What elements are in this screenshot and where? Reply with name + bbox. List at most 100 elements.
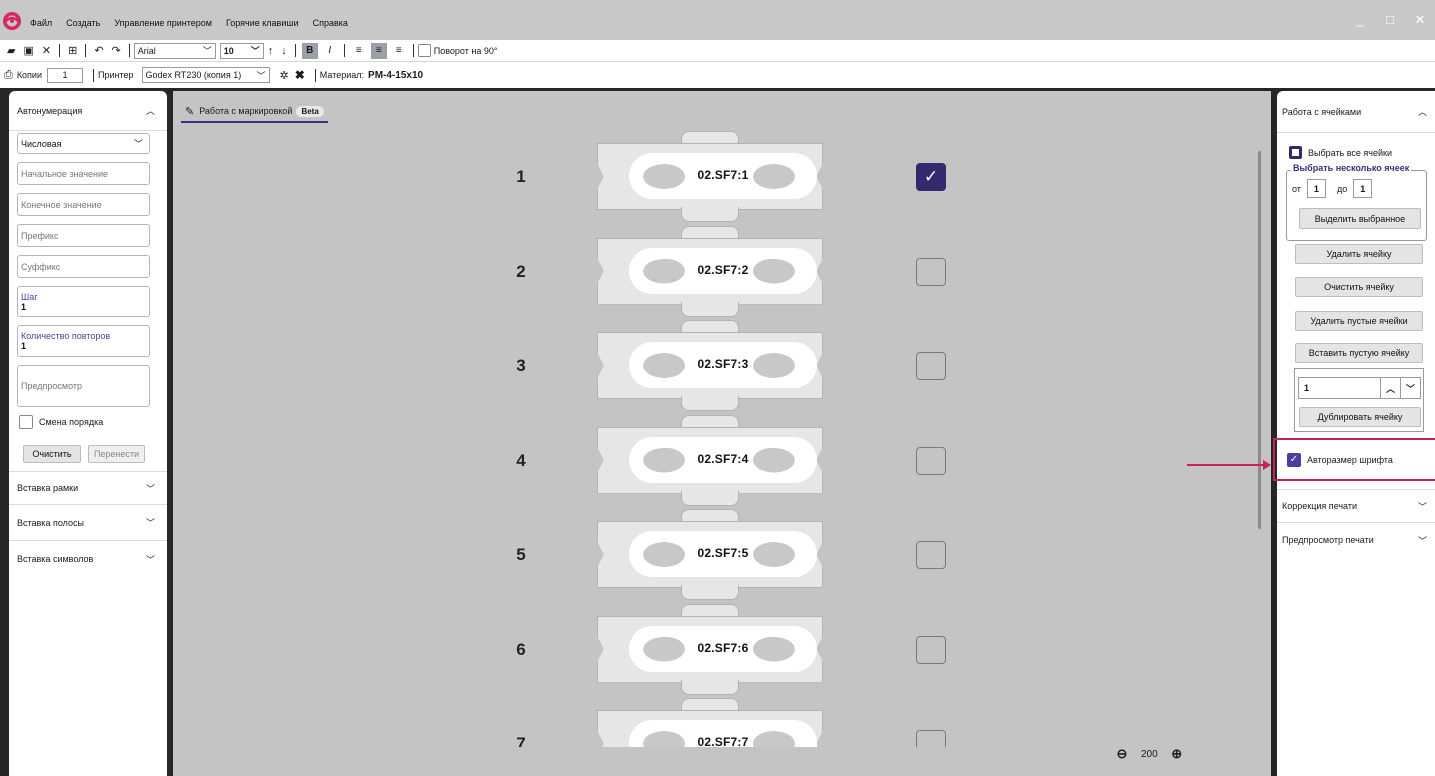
menu-hotkeys[interactable]: Горячие клавиши: [226, 18, 299, 28]
marking-label[interactable]: 02.SF7:2: [597, 225, 823, 317]
label-list[interactable]: 1 02.SF7:1 ✓ 2 02.SF7:2 3 02.SF7:3 4 02.SF7:4 5 02…: [173, 125, 1253, 747]
printer-select[interactable]: Godex RT230 (копия 1) ﹀: [141, 67, 270, 83]
cells-header[interactable]: Работа с ячейками ︿: [1277, 91, 1435, 133]
print-preview-title: Предпросмотр печати: [1282, 535, 1374, 545]
settings-gear-icon[interactable]: ✲: [280, 69, 289, 82]
transfer-button[interactable]: Перенести: [88, 445, 145, 463]
label-window: 02.SF7:7: [629, 720, 817, 747]
chevron-up-icon[interactable]: ︿: [1380, 378, 1400, 398]
symbols-insert-header[interactable]: Вставка символов ﹀: [9, 541, 167, 577]
tools-icon[interactable]: ✖: [295, 68, 305, 82]
row-checkbox[interactable]: [916, 446, 946, 475]
italic-icon[interactable]: I: [322, 43, 338, 59]
arrow-up-icon[interactable]: ↑: [268, 45, 274, 57]
maximize-button[interactable]: □: [1375, 12, 1405, 28]
menu-help[interactable]: Справка: [313, 18, 348, 28]
minimize-button[interactable]: _: [1345, 12, 1375, 28]
row-checkbox[interactable]: ✓: [916, 163, 946, 191]
step-value: 1: [21, 301, 27, 312]
format-toolbar: ▰ ▣ ✕ ⊞ ↶ ↷ Arial ﹀ 10 ﹀ ↑ ↓ B I ≡ ≡ ≡ П…: [0, 40, 1435, 62]
marking-label[interactable]: 02.SF7:3: [597, 320, 823, 411]
row-checkbox[interactable]: [916, 541, 946, 569]
printer-icon[interactable]: ⎙: [4, 69, 13, 82]
marking-label[interactable]: 02.SF7:6: [597, 603, 823, 695]
rotate-checkbox[interactable]: [417, 44, 431, 57]
numbering-type-select[interactable]: Числовая ﹀: [17, 133, 150, 154]
align-right-icon[interactable]: ≡: [391, 43, 407, 59]
duplicate-cell-button[interactable]: Дублировать ячейку: [1299, 407, 1421, 427]
chevron-down-icon[interactable]: ﹀: [1400, 378, 1420, 398]
copies-input[interactable]: 1: [47, 67, 83, 83]
chevron-down-icon: ﹀: [133, 139, 143, 149]
marking-label[interactable]: 02.SF7:4: [597, 414, 823, 506]
row-checkbox[interactable]: [916, 257, 946, 286]
autosize-checkbox[interactable]: ✓: [1287, 452, 1301, 467]
step-input[interactable]: Шаг 1: [17, 286, 150, 317]
font-size-select[interactable]: 10 ﹀: [219, 42, 264, 59]
suffix-input[interactable]: Суффикс: [17, 255, 150, 278]
delete-icon[interactable]: ✕: [42, 44, 51, 57]
print-correction-header[interactable]: Коррекция печати ﹀: [1277, 489, 1435, 523]
save-icon[interactable]: ▣: [23, 44, 33, 57]
row-checkbox[interactable]: [916, 352, 946, 380]
align-center-icon[interactable]: ≡: [370, 42, 387, 59]
chevron-up-icon: ︿: [145, 106, 155, 116]
label-lobe-right: [753, 258, 795, 284]
grid-icon[interactable]: ⊞: [68, 44, 77, 57]
end-value-input[interactable]: Конечное значение: [17, 193, 150, 216]
undo-icon[interactable]: ↶: [94, 44, 103, 57]
delete-cell-button[interactable]: Удалить ячейку: [1295, 244, 1423, 264]
clear-cell-button[interactable]: Очистить ячейку: [1295, 277, 1423, 297]
stripe-insert-header[interactable]: Вставка полосы ﹀: [9, 505, 167, 541]
rotate-label: Поворот на 90°: [433, 45, 498, 56]
repeat-count-input[interactable]: Количество повторов 1: [17, 325, 150, 357]
font-size-value: 10: [223, 45, 234, 56]
menu-printer[interactable]: Управление принтером: [114, 18, 212, 28]
step-label: Шаг: [21, 291, 38, 302]
marking-label[interactable]: 02.SF7:7: [597, 698, 823, 747]
row-checkbox[interactable]: [916, 730, 946, 747]
autonum-header[interactable]: Автонумерация ︿: [9, 91, 167, 131]
insert-empty-cell-button[interactable]: Вставить пустую ячейку: [1295, 343, 1423, 363]
row-checkbox[interactable]: [916, 635, 946, 664]
arrow-down-icon[interactable]: ↓: [281, 45, 287, 57]
delete-empty-cells-button[interactable]: Удалить пустые ячейки: [1295, 311, 1423, 331]
start-value-input[interactable]: Начальное значение: [17, 162, 150, 185]
select-chosen-button[interactable]: Выделить выбранное: [1299, 208, 1421, 229]
bold-icon[interactable]: B: [301, 42, 318, 59]
printer-value: Godex RT230 (копия 1): [145, 70, 242, 80]
edit-icon: ✎: [185, 105, 195, 118]
close-button[interactable]: ✕: [1405, 12, 1435, 28]
row-number: 3: [516, 356, 526, 375]
autonum-actions: Очистить Перенести: [23, 445, 167, 463]
label-lobe-right: [753, 636, 795, 662]
material-label: Материал:: [319, 70, 365, 80]
align-left-icon[interactable]: ≡: [351, 43, 367, 59]
preview-field: Предпросмотр: [17, 365, 150, 407]
label-lobe-left: [643, 636, 685, 662]
marking-label[interactable]: 02.SF7:5: [597, 509, 823, 600]
frame-insert-header[interactable]: Вставка рамки ﹀: [9, 471, 167, 505]
menu-file[interactable]: Файл: [30, 18, 52, 28]
from-input[interactable]: 1: [1306, 179, 1326, 198]
clear-button[interactable]: Очистить: [23, 445, 81, 463]
marking-label[interactable]: 02.SF7:1: [597, 131, 823, 222]
separator: [59, 44, 61, 57]
font-select[interactable]: Arial ﹀: [133, 42, 216, 59]
label-lobe-left: [643, 731, 685, 747]
redo-icon[interactable]: ↷: [112, 44, 121, 57]
open-folder-icon[interactable]: ▰: [7, 44, 15, 57]
zoom-in-icon[interactable]: ⊕: [1168, 745, 1186, 763]
label-tab-bottom: [681, 679, 739, 695]
print-preview-header[interactable]: Предпросмотр печати ﹀: [1277, 523, 1435, 557]
vertical-scrollbar[interactable]: [1258, 151, 1261, 529]
tab-marking[interactable]: ✎ Работа с маркировкой Beta: [181, 101, 328, 123]
label-text: 02.SF7:7: [697, 735, 749, 747]
order-change-checkbox[interactable]: [19, 415, 33, 429]
duplicate-count-stepper[interactable]: 1 ︿ ﹀: [1298, 377, 1421, 399]
prefix-input[interactable]: Префикс: [17, 224, 150, 247]
menu-create[interactable]: Создать: [66, 18, 100, 28]
zoom-out-icon[interactable]: ⊖: [1113, 745, 1131, 763]
select-all-checkbox[interactable]: [1289, 146, 1302, 159]
to-input[interactable]: 1: [1353, 179, 1373, 198]
